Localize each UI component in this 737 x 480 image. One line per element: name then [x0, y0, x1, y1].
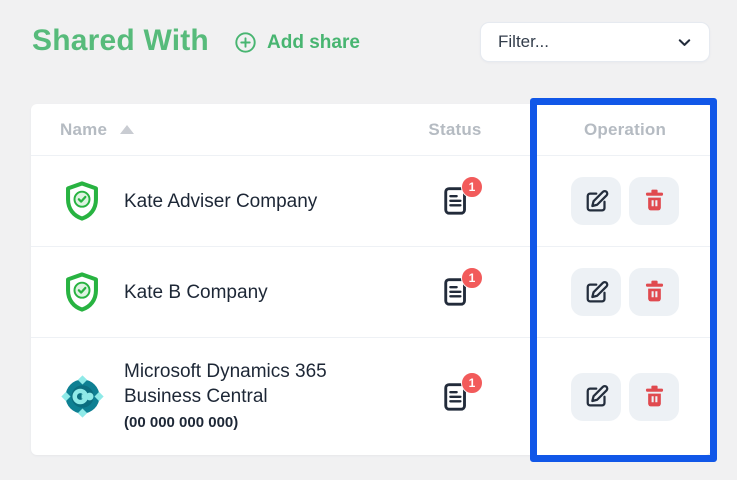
filter-dropdown[interactable]: Filter... — [480, 22, 710, 62]
edit-pencil-icon — [583, 383, 610, 410]
page-title: Shared With — [32, 24, 209, 58]
chevron-down-icon — [675, 33, 694, 52]
document-status-icon[interactable]: 1 — [440, 276, 470, 308]
shield-check-icon — [60, 179, 104, 223]
table-header-row: Name Status Operation — [31, 104, 711, 156]
status-cell: 1 — [395, 185, 515, 217]
company-phone: (00 000 000 000) — [124, 410, 374, 435]
status-count-badge: 1 — [461, 267, 483, 289]
table-row: Microsoft Dynamics 365 Business Central … — [31, 338, 711, 455]
delete-button[interactable] — [629, 177, 679, 225]
operation-cell — [515, 177, 711, 225]
trash-icon — [642, 384, 667, 410]
company-name: Kate B Company — [124, 280, 268, 305]
status-count-badge: 1 — [461, 176, 483, 198]
document-status-icon[interactable]: 1 — [440, 185, 470, 217]
column-header-status-label: Status — [428, 120, 481, 140]
trash-icon — [642, 279, 667, 305]
edit-pencil-icon — [583, 279, 610, 306]
add-share-button[interactable]: Add share — [234, 31, 360, 54]
status-cell: 1 — [395, 276, 515, 308]
column-header-operation-label: Operation — [584, 120, 666, 140]
edit-button[interactable] — [571, 268, 621, 316]
document-status-icon[interactable]: 1 — [440, 381, 470, 413]
add-share-label: Add share — [267, 32, 360, 54]
delete-button[interactable] — [629, 268, 679, 316]
delete-button[interactable] — [629, 373, 679, 421]
shield-check-icon — [60, 270, 104, 314]
sort-ascending-icon — [120, 125, 134, 134]
filter-dropdown-value: Filter... — [498, 32, 549, 52]
edit-button[interactable] — [571, 373, 621, 421]
trash-icon — [642, 188, 667, 214]
company-name: Kate Adviser Company — [124, 189, 317, 214]
table-row: Kate Adviser Company 1 — [31, 156, 711, 247]
plus-circle-icon — [234, 31, 257, 54]
shared-with-table: Name Status Operation Kate Adv — [31, 104, 711, 455]
shared-with-page: Shared With Add share Filter... Name St — [0, 0, 737, 480]
column-header-operation: Operation — [515, 120, 711, 140]
status-cell: 1 — [395, 381, 515, 413]
edit-pencil-icon — [583, 188, 610, 215]
edit-button[interactable] — [571, 177, 621, 225]
table-row: Kate B Company 1 — [31, 247, 711, 338]
column-header-name[interactable]: Name — [31, 120, 395, 140]
name-cell: Kate B Company — [31, 270, 395, 314]
name-cell: Microsoft Dynamics 365 Business Central … — [31, 359, 395, 435]
operation-cell — [515, 373, 711, 421]
operation-cell — [515, 268, 711, 316]
company-name-block: Microsoft Dynamics 365 Business Central … — [124, 359, 374, 435]
dynamics-365-business-central-icon — [60, 375, 104, 419]
status-count-badge: 1 — [461, 372, 483, 394]
column-header-status[interactable]: Status — [395, 120, 515, 140]
column-header-name-label: Name — [60, 120, 107, 140]
company-name: Microsoft Dynamics 365 Business Central — [124, 361, 327, 407]
name-cell: Kate Adviser Company — [31, 179, 395, 223]
